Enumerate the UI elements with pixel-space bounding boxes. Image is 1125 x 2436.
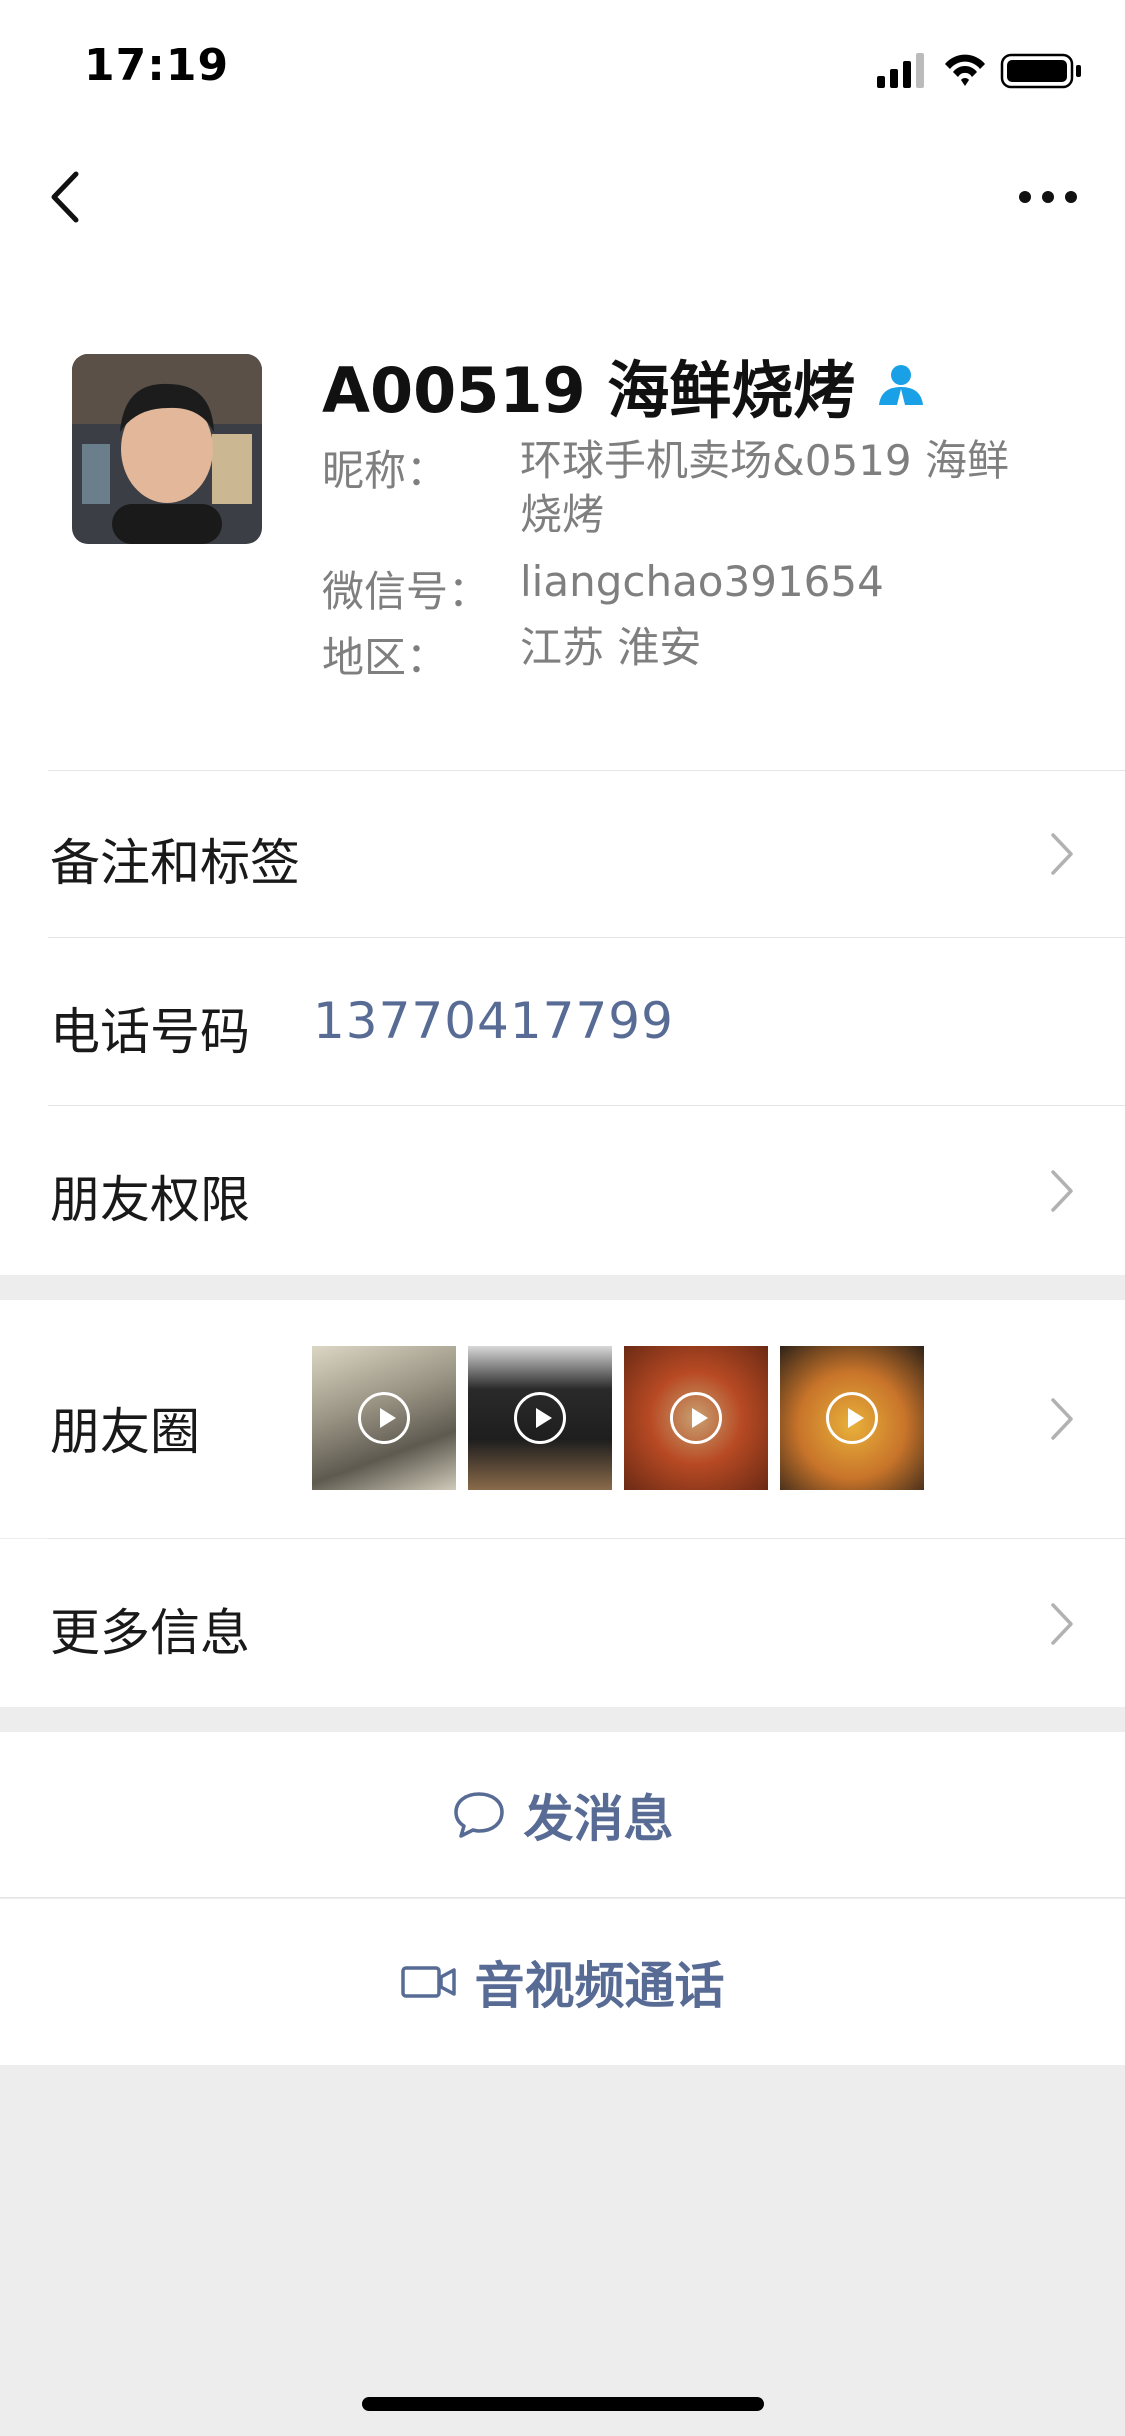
video-camera-icon — [400, 1966, 456, 1998]
nav-bar — [0, 132, 1125, 262]
profile-name: A00519 海鲜烧烤 — [322, 354, 856, 427]
chevron-right-icon — [1051, 1170, 1073, 1212]
region-label: 地区： — [322, 633, 449, 682]
profile-header: A00519 海鲜烧烤 昵称： 环球手机卖场&0519 海鲜烧烤 微信号： li… — [0, 262, 1125, 771]
more-dots-icon — [1019, 191, 1077, 203]
moments-thumbnail[interactable] — [312, 1346, 456, 1490]
profile-name-row: A00519 海鲜烧烤 — [322, 342, 925, 428]
row-label: 朋友圈 — [50, 1403, 200, 1461]
row-label: 更多信息 — [50, 1604, 250, 1662]
more-button[interactable] — [1003, 162, 1093, 232]
row-label: 电话号码 — [50, 1003, 250, 1061]
region-value: 江苏 淮安 — [520, 623, 702, 672]
nickname-label: 昵称： — [322, 446, 449, 495]
play-icon — [670, 1392, 722, 1444]
moments-thumbnail[interactable] — [624, 1346, 768, 1490]
phone-number-link[interactable]: 13770417799 — [313, 992, 674, 1050]
avatar[interactable] — [72, 354, 262, 544]
divider — [0, 1897, 1125, 1898]
moments-thumbnail[interactable] — [780, 1346, 924, 1490]
chevron-left-icon — [51, 171, 79, 223]
wechat-id-value: liangchao391654 — [520, 557, 884, 606]
play-icon — [358, 1392, 410, 1444]
home-indicator — [362, 2397, 764, 2411]
send-message-label: 发消息 — [523, 1790, 674, 1848]
video-call-button[interactable]: 音视频通话 — [0, 1899, 1125, 2065]
status-bar: 17:19 — [0, 0, 1125, 132]
play-icon — [826, 1392, 878, 1444]
send-message-button[interactable]: 发消息 — [0, 1732, 1125, 1898]
row-friend-permissions[interactable]: 朋友权限 — [0, 1106, 1125, 1274]
nickname-value: 环球手机卖场&0519 海鲜烧烤 — [520, 436, 1009, 539]
row-remark-tags[interactable]: 备注和标签 — [0, 771, 1125, 938]
moments-thumbnail[interactable] — [468, 1346, 612, 1490]
row-label: 朋友权限 — [50, 1171, 250, 1229]
row-label: 备注和标签 — [50, 834, 300, 892]
chevron-right-icon — [1051, 1398, 1073, 1440]
wechat-id-label: 微信号： — [322, 567, 491, 616]
play-icon — [514, 1392, 566, 1444]
status-time: 17:19 — [84, 40, 230, 91]
chevron-right-icon — [1051, 1603, 1073, 1645]
chat-bubble-icon — [453, 1792, 504, 1838]
person-badge-icon — [879, 365, 924, 409]
row-more-info[interactable]: 更多信息 — [0, 1539, 1125, 1707]
row-phone: 电话号码 13770417799 — [0, 938, 1125, 1106]
moments-thumbnails — [312, 1346, 924, 1490]
back-button[interactable] — [40, 162, 110, 232]
battery-icon — [1000, 53, 1081, 89]
signal-icon — [877, 53, 924, 88]
status-icons — [877, 50, 1087, 90]
video-call-label: 音视频通话 — [474, 1957, 725, 2015]
chevron-right-icon — [1051, 833, 1073, 875]
wifi-icon — [945, 54, 985, 86]
row-moments[interactable]: 朋友圈 — [0, 1300, 1125, 1539]
